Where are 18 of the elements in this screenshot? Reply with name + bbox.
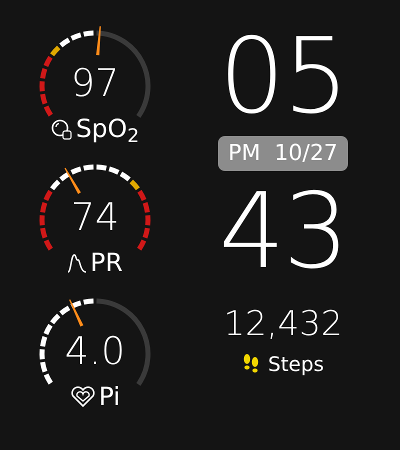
gauge-label: SpO$_{2}$ bbox=[76, 116, 140, 141]
gauge-needle bbox=[69, 299, 84, 327]
clock-hour: 05 bbox=[218, 24, 348, 128]
gauge-label: Pi bbox=[98, 384, 120, 409]
gauge-value: 4.0 bbox=[64, 329, 126, 373]
footprints-icon bbox=[242, 353, 260, 375]
gauge-value: 97 bbox=[70, 61, 120, 105]
date-badge: PM 10/27 bbox=[218, 136, 348, 171]
gauge-needle bbox=[64, 168, 81, 194]
steps-label: Steps bbox=[268, 351, 324, 378]
gauge-value: 74 bbox=[70, 195, 120, 239]
heart-icon bbox=[70, 386, 96, 408]
gauge-needle bbox=[96, 26, 101, 56]
pulse-wave-icon bbox=[67, 252, 88, 274]
clock-minute: 43 bbox=[218, 179, 348, 283]
gauge-label: PR bbox=[90, 250, 123, 275]
oxygen-bubble-icon bbox=[50, 118, 73, 140]
step-count: 12,432 bbox=[224, 307, 342, 341]
